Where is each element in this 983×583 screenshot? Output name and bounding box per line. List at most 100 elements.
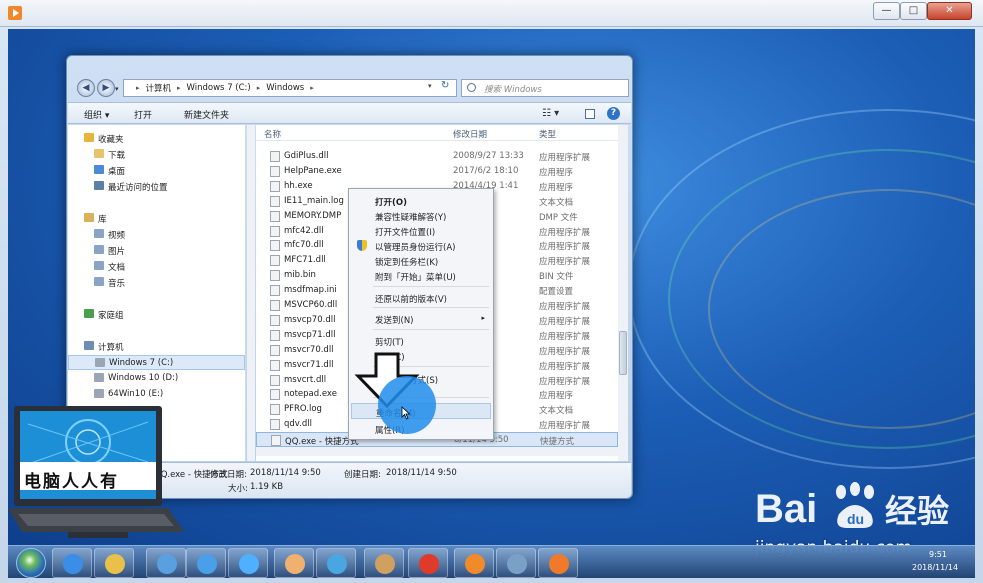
file-type: 应用程序扩展 bbox=[539, 376, 591, 387]
navigation-pane-scrollbar[interactable] bbox=[247, 125, 255, 461]
file-type: DMP 文件 bbox=[539, 212, 578, 223]
sidebar-item[interactable]: 最近访问的位置 bbox=[68, 179, 245, 194]
column-type[interactable]: 类型 bbox=[539, 128, 556, 140]
file-icon bbox=[270, 165, 280, 177]
sidebar-item[interactable]: 收藏夹 bbox=[68, 131, 245, 146]
back-button[interactable]: ◀ bbox=[77, 79, 95, 97]
sidebar-item-label: 库 bbox=[98, 215, 107, 225]
sidebar-item-label: 下载 bbox=[108, 151, 126, 161]
host-minimize-button[interactable]: — bbox=[873, 2, 900, 20]
history-dropdown[interactable]: ▾ bbox=[115, 85, 119, 93]
menu-separator bbox=[373, 329, 489, 330]
sidebar-item[interactable]: Windows 7 (C:) bbox=[68, 355, 245, 370]
taskbar-button[interactable] bbox=[52, 548, 92, 578]
taskbar-button[interactable] bbox=[146, 548, 186, 578]
sidebar-item[interactable]: 音乐 bbox=[68, 275, 245, 290]
column-date[interactable]: 修改日期 bbox=[453, 128, 487, 140]
file-icon bbox=[270, 359, 280, 371]
taskbar-button[interactable] bbox=[186, 548, 226, 578]
file-name: msvcr70.dll bbox=[284, 344, 334, 355]
file-list-horizontal-scrollbar[interactable] bbox=[256, 447, 618, 456]
context-menu-item[interactable]: 打开(O) bbox=[351, 193, 491, 209]
breadcrumb-computer[interactable]: 计算机 bbox=[146, 82, 172, 94]
column-name[interactable]: 名称 bbox=[264, 128, 281, 140]
scrollbar-thumb[interactable] bbox=[619, 331, 627, 375]
sidebar-item[interactable]: 视频 bbox=[68, 227, 245, 242]
open-button[interactable]: 打开 bbox=[134, 108, 152, 121]
sidebar-item[interactable]: 桌面 bbox=[68, 163, 245, 178]
context-menu-item-label: 以管理员身份运行(A) bbox=[375, 243, 456, 253]
context-menu-item[interactable]: 附到「开始」菜单(U) bbox=[351, 268, 491, 284]
taskbar-button[interactable] bbox=[454, 548, 494, 578]
file-name: msvcr71.dll bbox=[284, 359, 334, 370]
clock-date[interactable]: 2018/11/14 bbox=[912, 563, 958, 572]
explorer-navigation-bar: ◀ ▶ ▾ ▸ 计算机 ▸ Windows 7 (C:) ▸ Windows ▸… bbox=[71, 76, 629, 100]
file-type: 应用程序 bbox=[539, 167, 574, 178]
context-menu-item[interactable]: 打开文件位置(I) bbox=[351, 223, 491, 239]
file-icon bbox=[270, 389, 280, 401]
sidebar-item[interactable]: 家庭组 bbox=[68, 307, 245, 322]
forward-button[interactable]: ▶ bbox=[97, 79, 115, 97]
breadcrumb-folder[interactable]: Windows bbox=[266, 83, 304, 93]
context-menu-item[interactable]: 兼容性疑难解答(Y) bbox=[351, 208, 491, 224]
host-maximize-button[interactable]: □ bbox=[900, 2, 927, 20]
sidebar-item[interactable]: 64Win10 (E:) bbox=[68, 387, 245, 402]
laptop-caption: 电脑人人有 bbox=[24, 472, 119, 492]
organize-button[interactable]: 组织 ▾ bbox=[84, 108, 109, 121]
menu-separator bbox=[373, 286, 489, 287]
sidebar-item-icon bbox=[84, 341, 94, 350]
start-button[interactable] bbox=[16, 548, 46, 578]
new-folder-button[interactable]: 新建文件夹 bbox=[184, 108, 229, 121]
taskbar-button[interactable] bbox=[496, 548, 536, 578]
file-row[interactable]: HelpPane.exe 2017/6/2 18:10 应用程序 bbox=[256, 164, 618, 179]
file-name: msvcp70.dll bbox=[284, 314, 336, 325]
sidebar-item[interactable]: 计算机 bbox=[68, 339, 245, 354]
sidebar-item[interactable]: 下载 bbox=[68, 147, 245, 162]
sidebar-item[interactable]: 库 bbox=[68, 211, 245, 226]
context-menu-item[interactable]: 以管理员身份运行(A) bbox=[351, 238, 491, 254]
file-name: IE11_main.log bbox=[284, 195, 344, 206]
context-menu-item[interactable]: 剪切(T) bbox=[351, 333, 491, 349]
context-menu-item[interactable]: 发送到(N) ▸ bbox=[351, 311, 491, 327]
submenu-arrow-icon: ▸ bbox=[481, 314, 485, 322]
sidebar-item[interactable]: Windows 10 (D:) bbox=[68, 371, 245, 386]
taskbar-button[interactable] bbox=[274, 548, 314, 578]
breadcrumb-separator: ▸ bbox=[136, 84, 140, 92]
breadcrumb-drive[interactable]: Windows 7 (C:) bbox=[187, 83, 251, 93]
help-icon[interactable]: ? bbox=[607, 107, 620, 120]
sidebar-item-icon bbox=[94, 149, 104, 158]
taskbar-button[interactable] bbox=[538, 548, 578, 578]
clock-time[interactable]: 9:51 bbox=[929, 550, 947, 559]
context-menu-item[interactable]: 还原以前的版本(V) bbox=[351, 290, 491, 306]
sidebar-item-label: 桌面 bbox=[108, 167, 126, 177]
preview-pane-icon[interactable] bbox=[585, 109, 595, 119]
file-list-scrollbar[interactable] bbox=[618, 125, 628, 461]
refresh-icon[interactable]: ↻ bbox=[441, 80, 449, 91]
taskbar-button[interactable] bbox=[364, 548, 404, 578]
chess-icon bbox=[419, 554, 439, 574]
file-icon bbox=[270, 374, 280, 386]
host-close-button[interactable]: ✕ bbox=[927, 2, 972, 20]
view-options-button[interactable]: ☷ ▾ bbox=[542, 108, 559, 119]
taskbar-button[interactable] bbox=[94, 548, 134, 578]
address-bar[interactable]: ▸ 计算机 ▸ Windows 7 (C:) ▸ Windows ▸ bbox=[123, 79, 457, 97]
file-name: GdiPlus.dll bbox=[284, 151, 329, 161]
file-row[interactable]: GdiPlus.dll 2008/9/27 13:33 应用程序扩展 bbox=[256, 149, 618, 164]
click-highlight bbox=[378, 376, 436, 434]
file-icon bbox=[270, 344, 280, 356]
file-name: MSVCP60.dll bbox=[284, 300, 338, 310]
sidebar-item[interactable]: 文档 bbox=[68, 259, 245, 274]
file-type: 应用程序扩展 bbox=[539, 421, 591, 432]
sidebar-item[interactable]: 图片 bbox=[68, 243, 245, 258]
address-dropdown-icon[interactable]: ▾ bbox=[428, 82, 432, 90]
context-menu-item[interactable]: 锁定到任务栏(K) bbox=[351, 253, 491, 269]
file-name: msdfmap.ini bbox=[284, 285, 337, 296]
search-input[interactable]: 搜索 Windows bbox=[461, 79, 629, 97]
file-type: BIN 文件 bbox=[539, 272, 574, 283]
file-type: 快捷方式 bbox=[540, 437, 575, 448]
sidebar-item-label: Windows 7 (C:) bbox=[109, 358, 174, 368]
taskbar-button[interactable] bbox=[408, 548, 448, 578]
taskbar-button[interactable] bbox=[228, 548, 268, 578]
pinwheel-icon bbox=[327, 554, 347, 574]
taskbar-button[interactable] bbox=[316, 548, 356, 578]
